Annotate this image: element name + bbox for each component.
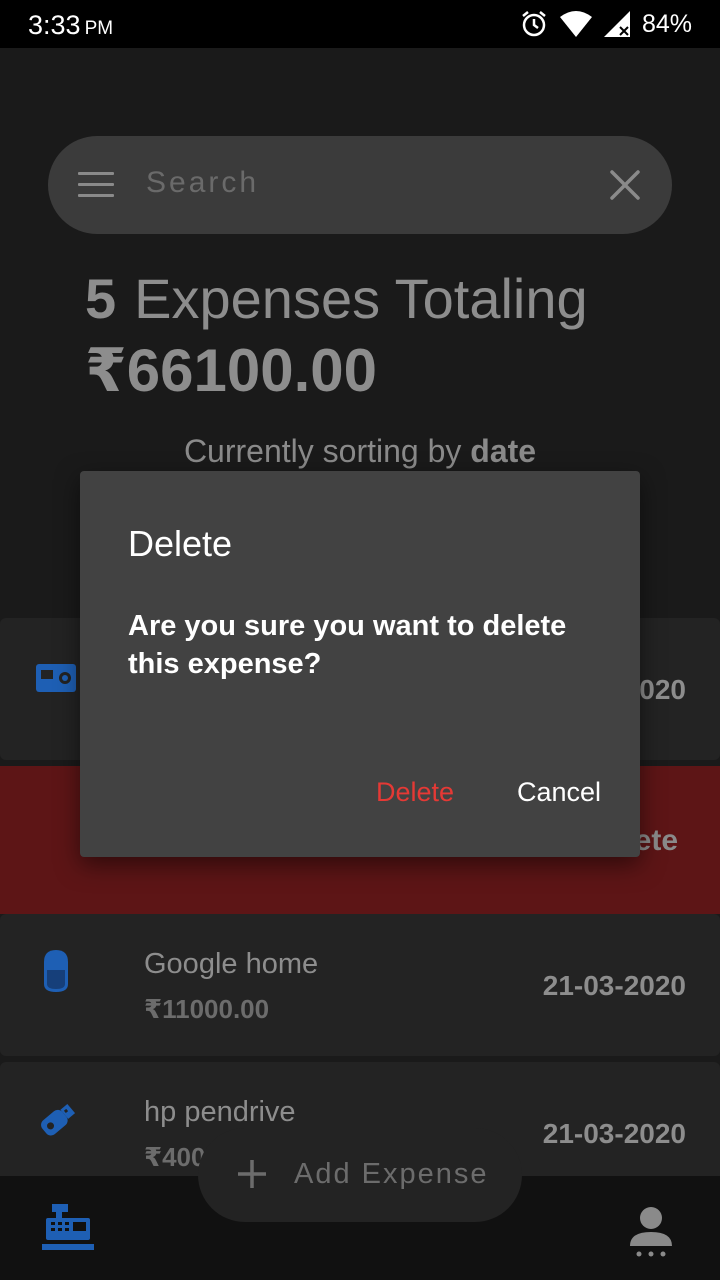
- dialog-message: Are you sure you want to delete this exp…: [128, 610, 567, 680]
- search-bar[interactable]: Search: [48, 136, 672, 234]
- camera-icon: [36, 664, 76, 692]
- expense-date: 020: [639, 674, 686, 705]
- add-expense-label: Add Expense: [294, 1158, 489, 1190]
- status-bar: 3:33 PM 84%: [0, 0, 720, 48]
- expense-title: hp pendrive: [144, 1096, 296, 1128]
- battery-percent: 84%: [641, 9, 692, 38]
- status-time-value: 3:33: [28, 10, 81, 40]
- user-icon[interactable]: [630, 1206, 672, 1258]
- expense-row[interactable]: Google home ₹11000.00 21-03-2020: [0, 914, 720, 1056]
- search-input[interactable]: Search: [146, 166, 259, 200]
- expense-total: ₹66100.00: [85, 337, 378, 404]
- add-expense-button[interactable]: Add Expense: [198, 1128, 522, 1222]
- close-icon[interactable]: [606, 166, 644, 204]
- expense-date: 21-03-2020: [542, 970, 686, 1001]
- sort-key: date: [470, 433, 537, 469]
- wifi-icon: [559, 11, 592, 37]
- expense-title: Google home: [144, 948, 319, 980]
- app-screen: Search 5 Expenses Totaling ₹66100.00 Curr…: [0, 48, 720, 1280]
- signal-icon: [603, 11, 630, 37]
- sort-prefix: Currently sorting by: [183, 433, 462, 469]
- expense-amount: ₹11000.00: [144, 994, 270, 1024]
- expense-amount: ₹400: [144, 1142, 206, 1172]
- status-time-ampm: PM: [84, 18, 114, 39]
- smart-speaker-icon: [44, 950, 68, 992]
- confirm-delete-button[interactable]: Delete: [376, 777, 454, 808]
- status-time: 3:33 PM: [28, 10, 113, 41]
- expense-summary-label: Expenses Totaling: [134, 267, 588, 330]
- cancel-button[interactable]: Cancel: [517, 777, 601, 808]
- usb-drive-icon: [41, 1103, 76, 1136]
- menu-icon[interactable]: [78, 172, 114, 198]
- swipe-delete-label: ete: [634, 824, 678, 857]
- expense-summary: 5 Expenses Totaling: [85, 266, 588, 331]
- expense-date: 21-03-2020: [542, 1118, 686, 1149]
- alarm-icon: [522, 11, 546, 37]
- plus-icon: [238, 1160, 266, 1188]
- status-icons: 84%: [520, 8, 692, 40]
- dialog-title: Delete: [128, 523, 233, 564]
- expense-count: 5: [85, 267, 117, 330]
- delete-dialog: Delete Are you sure you want to delete t…: [80, 471, 640, 857]
- sort-indicator[interactable]: Currently sorting by date: [0, 433, 720, 470]
- cash-register-icon[interactable]: [42, 1202, 94, 1252]
